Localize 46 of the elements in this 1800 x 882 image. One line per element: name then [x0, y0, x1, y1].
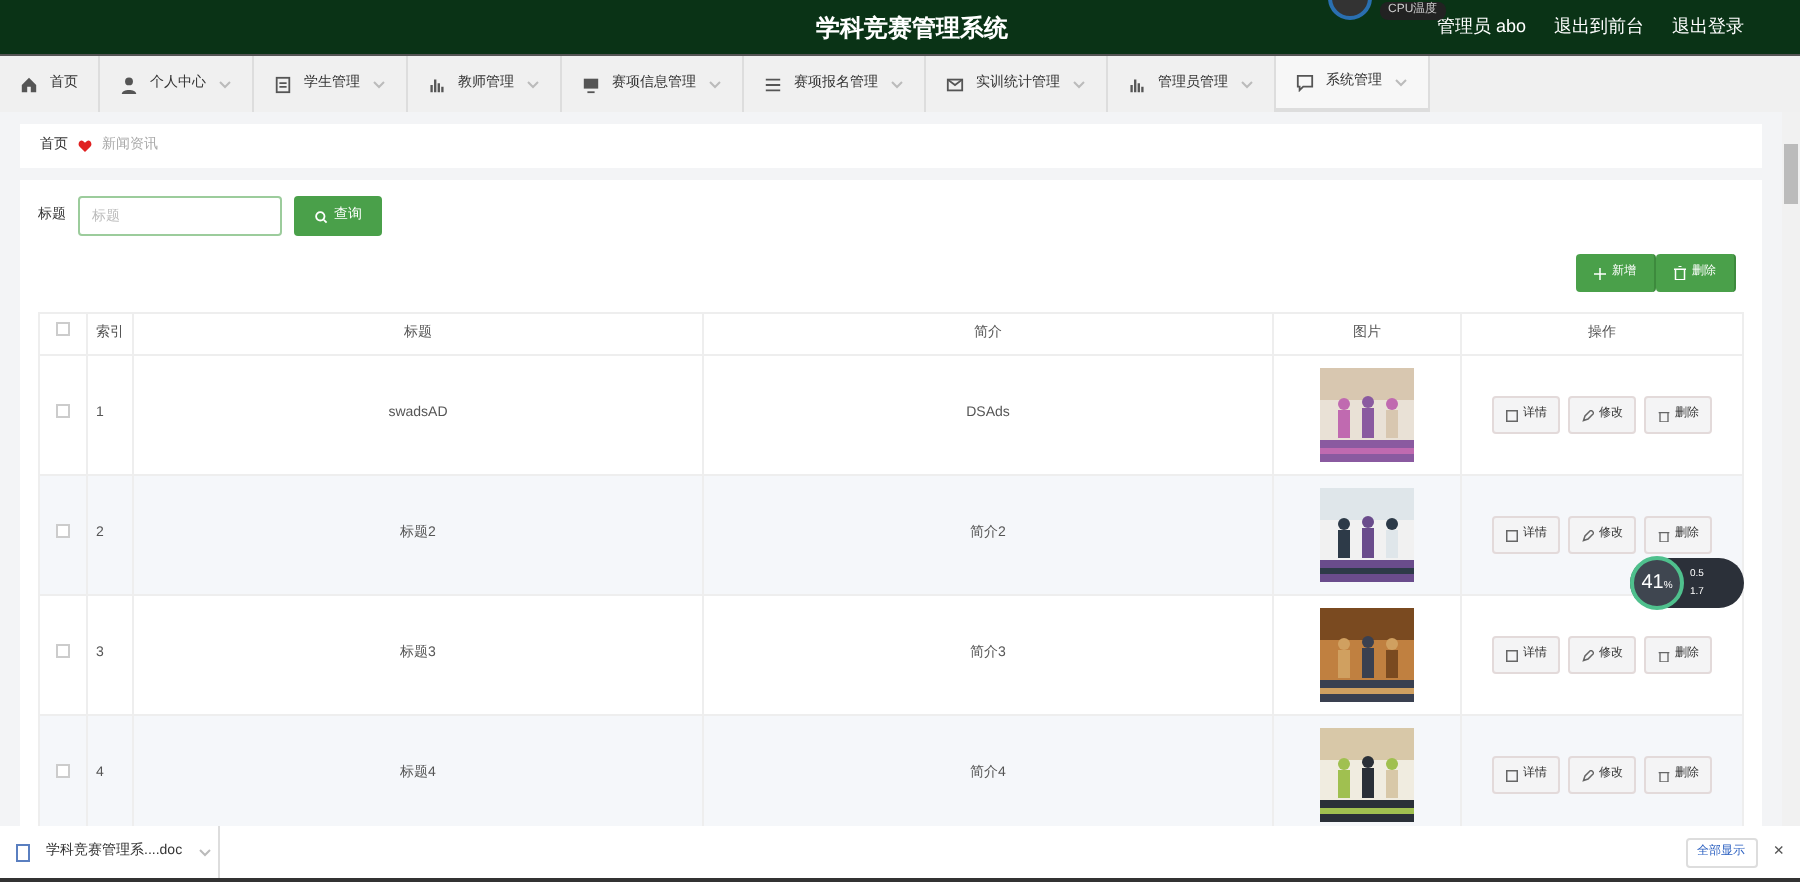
caret-icon: [1240, 79, 1254, 89]
document-icon: [1505, 649, 1517, 661]
list-icon: [764, 75, 782, 93]
pencil-icon: [1581, 649, 1593, 661]
chat-icon: [1296, 73, 1314, 91]
caret-icon: [890, 79, 904, 89]
checkbox[interactable]: [56, 403, 70, 418]
caret-icon: [708, 79, 722, 89]
caret-icon: [218, 79, 232, 89]
document-icon: [1505, 769, 1517, 781]
caret-icon: [372, 79, 386, 89]
trash-icon: [1674, 266, 1686, 280]
caret-icon: [1072, 79, 1086, 89]
checkbox[interactable]: [56, 643, 70, 658]
trash-icon: [1657, 409, 1669, 421]
pencil-icon: [1581, 409, 1593, 421]
close-button[interactable]: ×: [1773, 838, 1784, 866]
heart-icon: [78, 140, 92, 152]
caret-icon: [526, 79, 540, 89]
monitor-icon: [582, 75, 600, 93]
pencil-icon: [1581, 529, 1593, 541]
caret-icon: [1394, 77, 1408, 87]
caret-icon: [198, 847, 213, 857]
search-icon: [314, 209, 328, 223]
document-icon: [274, 75, 292, 93]
plus-icon: [1594, 267, 1606, 279]
checkbox[interactable]: [56, 322, 70, 337]
pencil-icon: [1581, 769, 1593, 781]
user-icon: [120, 75, 138, 93]
user-label: 管理员 abo: [1436, 14, 1526, 40]
bar-chart-icon: [1128, 75, 1146, 93]
header-link[interactable]: 退出登录: [1672, 13, 1744, 41]
header-link[interactable]: 退出到前台: [1554, 13, 1644, 41]
checkbox[interactable]: [56, 763, 70, 778]
document-icon: [1505, 409, 1517, 421]
checkbox[interactable]: [56, 523, 70, 538]
app-title: 学科竞赛管理系统: [816, 11, 1008, 45]
trash-icon: [1657, 649, 1669, 661]
trash-icon: [1657, 529, 1669, 541]
mail-icon: [946, 75, 964, 93]
scrollbar[interactable]: [1782, 112, 1800, 826]
document-icon: [1505, 529, 1517, 541]
file-icon: [16, 843, 30, 861]
bar-chart-icon: [428, 75, 446, 93]
home-icon: [20, 75, 38, 93]
trash-icon: [1657, 769, 1669, 781]
